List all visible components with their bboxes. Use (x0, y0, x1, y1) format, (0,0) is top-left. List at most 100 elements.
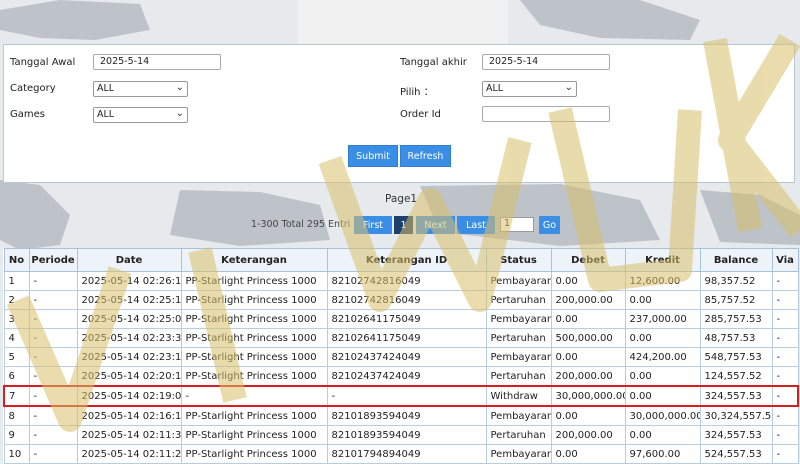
row-keterangan-cell: PP-Starlight Princess 1000 (180, 328, 328, 348)
column-header[interactable]: Via (771, 248, 799, 272)
games-label: Games (10, 109, 45, 120)
row-via-cell: - (771, 366, 799, 387)
row-via-cell: - (771, 328, 799, 348)
row-balance-cell: 48,757.53 (699, 328, 773, 348)
row-debet-cell: 200,000.00 (550, 366, 626, 387)
row-balance-cell: 30,324,557.52 (699, 405, 773, 426)
table-row[interactable]: 3-2025-05-14 02:25:07 PP-Starlight Prince… (3, 309, 799, 329)
row-status-cell: Withdraw (485, 385, 552, 407)
tanggal-akhir-input[interactable]: 2025-5-14 (482, 54, 610, 70)
row-balance-cell: 285,757.53 (699, 309, 773, 329)
row-keterangan-cell: PP-Starlight Princess 1000 (180, 309, 328, 329)
row-balance-cell: 548,757.53 (699, 347, 773, 367)
column-header[interactable]: Debet (550, 248, 626, 272)
row-balance-cell: 324,557.53 (699, 385, 773, 407)
row-via-cell: - (771, 385, 799, 407)
row-date-cell: 2025-05-14 02:25:07 (76, 309, 182, 329)
row-keterangan-id-cell[interactable]: 82102742816049 (326, 290, 487, 310)
column-header[interactable]: Status (485, 248, 552, 272)
row-debet-cell: 0.00 (550, 347, 626, 367)
refresh-button[interactable]: Refresh (400, 145, 451, 167)
table-row[interactable]: 2-2025-05-14 02:25:15 PP-Starlight Prince… (3, 290, 799, 310)
last-page-button[interactable]: Last (457, 216, 495, 234)
row-periode-cell: - (28, 328, 78, 348)
table-row[interactable]: 8-2025-05-14 02:16:14 PP-Starlight Prince… (3, 405, 799, 426)
table-row[interactable]: 5-2025-05-14 02:23:14 PP-Starlight Prince… (3, 347, 799, 367)
row-no-cell: 1 (3, 271, 30, 291)
row-keterangan-id-cell[interactable]: 82102437424049 (326, 366, 487, 387)
column-header[interactable]: Kredit (624, 248, 701, 272)
row-via-cell: - (771, 271, 799, 291)
row-status-cell: Pembayaran (485, 347, 552, 367)
row-status-cell: Pembayaran (485, 309, 552, 329)
row-keterangan-cell: - (180, 385, 328, 407)
table-row[interactable]: 1-2025-05-14 02:26:19 PP-Starlight Prince… (3, 271, 799, 291)
row-keterangan-cell: PP-Starlight Princess 1000 (180, 290, 328, 310)
row-debet-cell: 200,000.00 (550, 425, 626, 445)
row-date-cell: 2025-05-14 02:23:34 (76, 328, 182, 348)
table-row[interactable]: 4-2025-05-14 02:23:34 PP-Starlight Prince… (3, 328, 799, 348)
column-header[interactable]: Periode (28, 248, 78, 272)
tanggal-awal-input[interactable]: 2025-5-14 (93, 54, 221, 70)
row-no-cell: 3 (3, 309, 30, 329)
games-select[interactable]: ALL ⌄ (93, 107, 188, 123)
row-no-cell: 5 (3, 347, 30, 367)
entries-info: 1-300 Total 295 Entri (251, 219, 351, 230)
row-keterangan-cell: PP-Starlight Princess 1000 (180, 366, 328, 387)
row-keterangan-id-cell[interactable]: 82102742816049 (326, 271, 487, 291)
column-header[interactable]: Balance (699, 248, 773, 272)
category-select[interactable]: ALL ⌄ (93, 81, 188, 97)
row-kredit-cell: 0.00 (624, 290, 701, 310)
first-page-button[interactable]: First (354, 216, 392, 234)
row-kredit-cell: 0.00 (624, 328, 701, 348)
row-debet-cell: 0.00 (550, 405, 626, 426)
chevron-down-icon: ⌄ (175, 82, 184, 93)
current-page-button[interactable]: 1 (394, 216, 413, 234)
row-balance-cell: 124,557.52 (699, 366, 773, 387)
pilih-select[interactable]: ALL ⌄ (482, 81, 577, 97)
column-header[interactable]: Keterangan (180, 248, 328, 272)
row-status-cell: Pembayaran (485, 271, 552, 291)
go-button[interactable]: Go (539, 216, 560, 234)
row-kredit-cell: 0.00 (624, 425, 701, 445)
row-no-cell: 6 (3, 366, 30, 387)
category-label: Category (10, 83, 56, 94)
row-keterangan-cell: PP-Starlight Princess 1000 (180, 425, 328, 445)
row-periode-cell: - (28, 366, 78, 387)
row-keterangan-id-cell[interactable]: 82101893594049 (326, 425, 487, 445)
row-via-cell: - (771, 405, 799, 426)
row-kredit-cell: 237,000.00 (624, 309, 701, 329)
table-row[interactable]: 6-2025-05-14 02:20:10 PP-Starlight Prince… (3, 366, 799, 387)
row-periode-cell: - (28, 347, 78, 367)
row-status-cell: Pertaruhan (485, 290, 552, 310)
row-periode-cell: - (28, 309, 78, 329)
row-status-cell: Pertaruhan (485, 425, 552, 445)
order-id-input[interactable] (482, 106, 610, 122)
row-date-cell: 2025-05-14 02:25:15 (76, 290, 182, 310)
row-no-cell: 7 (3, 385, 30, 407)
row-date-cell: 2025-05-14 02:16:14 (76, 405, 182, 426)
next-page-button[interactable]: Next (416, 216, 455, 234)
row-kredit-cell: 0.00 (624, 385, 701, 407)
table-row[interactable]: 9-2025-05-14 02:11:34 PP-Starlight Prince… (3, 425, 799, 445)
row-keterangan-id-cell[interactable]: 82102437424049 (326, 347, 487, 367)
row-keterangan-id-cell[interactable]: 82101893594049 (326, 405, 487, 426)
row-kredit-cell: 30,000,000.00 (624, 405, 701, 426)
goto-page-input[interactable]: 1 (500, 217, 534, 232)
row-periode-cell: - (28, 290, 78, 310)
row-date-cell: 2025-05-14 02:26:19 (76, 271, 182, 291)
row-debet-cell: 200,000.00 (550, 290, 626, 310)
table-row[interactable]: 7-2025-05-14 02:19:02- - Withdraw 30,000,00… (3, 385, 799, 407)
column-header[interactable]: Keterangan ID (326, 248, 487, 272)
column-header[interactable]: Date (76, 248, 182, 272)
row-via-cell: - (771, 347, 799, 367)
column-header[interactable]: No (3, 248, 30, 272)
row-keterangan-cell: PP-Starlight Princess 1000 (180, 405, 328, 426)
table-header-row: No Periode Date Keterangan Keterangan ID… (3, 248, 799, 272)
row-keterangan-id-cell[interactable]: 82102641175049 (326, 328, 487, 348)
submit-button[interactable]: Submit (348, 145, 398, 167)
row-no-cell: 9 (3, 425, 30, 445)
row-periode-cell: - (28, 425, 78, 445)
tanggal-awal-label: Tanggal Awal (10, 57, 76, 68)
row-keterangan-id-cell[interactable]: 82102641175049 (326, 309, 487, 329)
